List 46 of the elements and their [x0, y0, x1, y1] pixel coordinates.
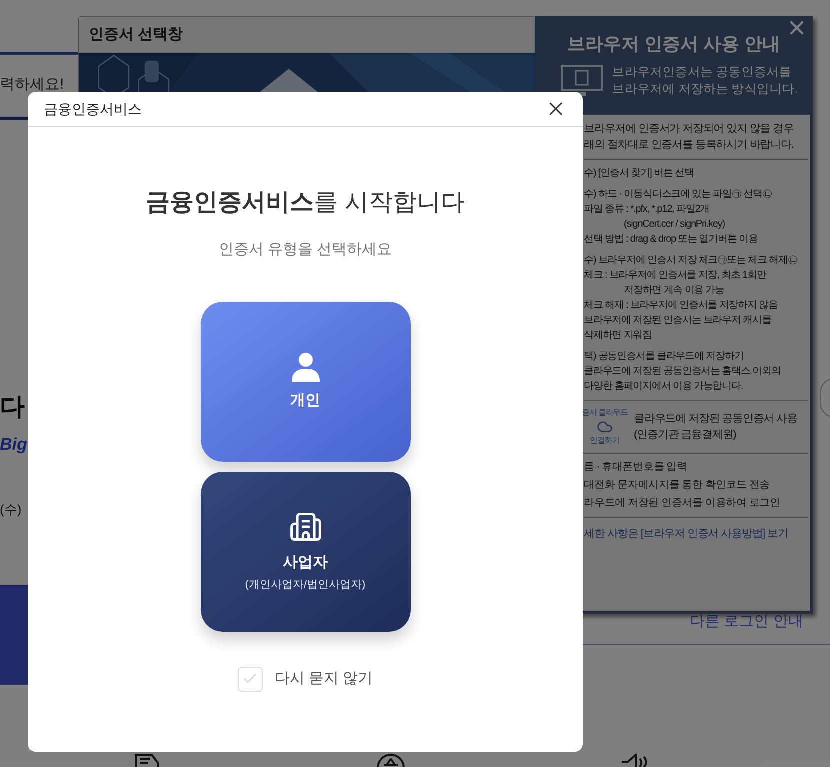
- steering-icon: [376, 753, 406, 767]
- step-text: 클라우드에 저장된 공동인증서는 홈택스 이외의: [584, 365, 782, 379]
- step-text: 수) 브라우저에 인증서 저장 체크㉠또는 체크 해제㉡: [584, 254, 798, 268]
- step-text: (signCert.cer / signPri.key): [623, 218, 726, 232]
- step-text: 선택 방법 : drag & drop 또는 열기버튼 이용: [584, 233, 759, 247]
- notice-text: 래의 절차대로 인증서를 등록하시기 바랍니다.: [584, 138, 795, 153]
- step-text: 체크 해제 : 브라우저에 인증서를 저장하지 않음: [584, 299, 779, 313]
- other-login-link[interactable]: 다른 로그인 안내: [690, 611, 804, 634]
- usage-guide-link[interactable]: 세한 사항은 [브라우저 인증서 사용방법] 보기: [584, 518, 808, 550]
- step-text: 삭제하면 지워짐: [584, 329, 653, 343]
- step-text: 수) 하드 · 이동식디스크에 있는 파일㉠ 선택㉡: [584, 188, 773, 202]
- step-text: 다양한 홈페이지에서 이용 가능합니다.: [584, 380, 744, 394]
- certificate-type-button[interactable]: 사업자 (개인사업자/법인사업자): [200, 472, 410, 632]
- modal-heading: 금융인증서비스를 시작합니다: [146, 188, 465, 218]
- speaker-icon: [620, 754, 648, 767]
- guide-intro-text: 브라우저에 저장하는 방식입니다.: [612, 81, 798, 98]
- step-text: 체크 : 브라우저에 인증서를 저장, 최초 1회만: [584, 269, 768, 283]
- dont-ask-checkbox[interactable]: [238, 666, 263, 692]
- date-text: (수): [0, 501, 22, 519]
- notice-text: 브라우저에 인증서가 저장되어 있지 않을 경우: [584, 122, 795, 137]
- modal-title: 금융인증서비스: [44, 100, 142, 118]
- step-text: 택) 공동인증서를 클라우드에 저장하기: [584, 350, 745, 364]
- cloud-step-text: 라우드에 저장된 인증서를 이용하여 로그인: [584, 496, 782, 511]
- step-text: 수) [인증서 찾기] 버튼 선택: [584, 167, 695, 181]
- cloud-icon: [597, 419, 614, 435]
- cloud-text: 클라우드에 저장된 공동인증서 사용: [634, 412, 798, 427]
- window-title: 인증서 선택창: [89, 24, 184, 45]
- guide-title: 브라우저 인증서 사용 안내: [567, 33, 780, 56]
- headline-english-text: Big: [0, 434, 28, 456]
- step-text: 브라우저에 저장된 인증서는 브라우저 캐시를: [584, 314, 772, 328]
- prompt-text: 력하세요!: [0, 75, 64, 95]
- cloud-text: (인증기관 금융결제원): [634, 428, 738, 443]
- cloud-badge-text: 연결하기: [590, 435, 620, 447]
- dont-ask-label: 다시 묻지 않기: [274, 668, 374, 689]
- monitor-icon: [560, 64, 604, 98]
- person-icon: [290, 350, 322, 382]
- step-text: 저장하면 계속 이용 가능: [623, 284, 726, 298]
- document-icon: [134, 754, 162, 767]
- certificate-type-button[interactable]: 개인: [200, 302, 410, 462]
- cloud-step-text: 대전화 문자메시지를 통한 확인코드 전송: [584, 478, 772, 493]
- guide-intro-text: 브라우저인증서는 공동인증서를: [612, 64, 793, 81]
- step-text: 파일 종류 : *.pfx, *.p12, 파일2개: [584, 203, 711, 217]
- cloud-badge-text: 증서 클라우드: [582, 407, 628, 419]
- modal-subtitle: 인증서 유형을 선택하세요: [218, 240, 392, 260]
- cloud-step-text: 름 · 휴대폰번호를 입력: [584, 460, 688, 475]
- headline-text: 다: [0, 392, 25, 423]
